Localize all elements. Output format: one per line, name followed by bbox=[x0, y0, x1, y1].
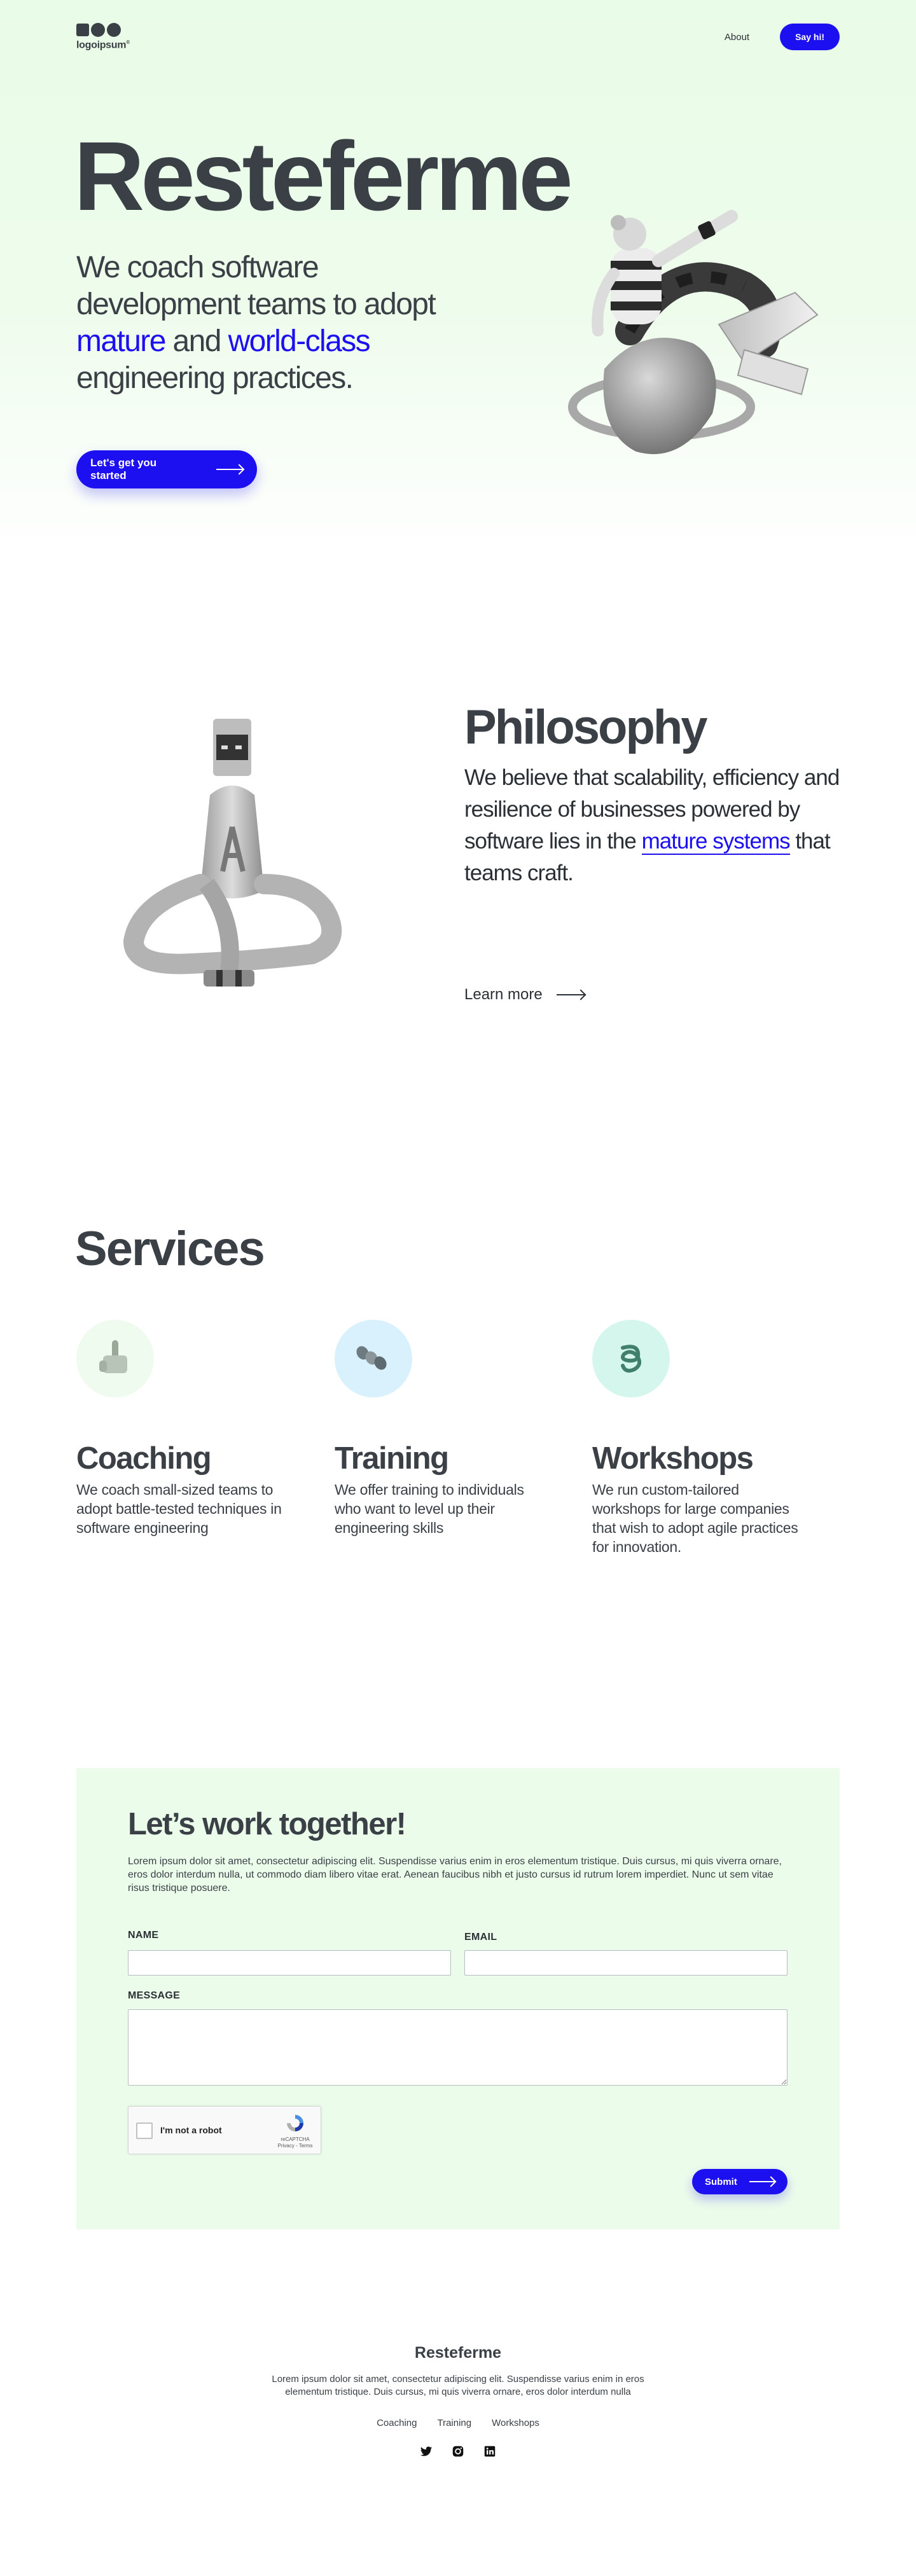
linkedin-icon[interactable] bbox=[483, 2444, 497, 2458]
service-card-workshops[interactable]: Workshops We run custom-tailored worksho… bbox=[592, 1320, 808, 1556]
hero-subtitle: We coach software development teams to a… bbox=[76, 251, 436, 395]
email-label: EMAIL bbox=[464, 1932, 497, 1942]
top-nav: logoipsum® About Say hi! bbox=[76, 18, 840, 56]
services-section: Services Coaching We coach small-sized t… bbox=[0, 1126, 916, 1768]
email-field[interactable] bbox=[464, 1950, 788, 1976]
footer-link-coaching[interactable]: Coaching bbox=[377, 2418, 417, 2428]
spiral-icon bbox=[621, 1345, 642, 1373]
philosophy-section: Philosophy We believe that scalability, … bbox=[0, 560, 916, 1126]
service-description: We coach small-sized teams to adopt batt… bbox=[76, 1481, 282, 1536]
arrow-right-icon bbox=[749, 2181, 775, 2182]
service-card-coaching[interactable]: Coaching We coach small-sized teams to a… bbox=[76, 1320, 293, 1537]
service-icon-bg bbox=[335, 1320, 412, 1397]
social-links bbox=[0, 2444, 916, 2458]
service-name: Workshops bbox=[592, 1441, 754, 1476]
learn-more-label: Learn more bbox=[464, 986, 543, 1003]
arrow-right-icon bbox=[216, 469, 243, 470]
service-name: Training bbox=[335, 1441, 449, 1476]
services-title: Services bbox=[75, 1222, 265, 1276]
arrow-right-icon bbox=[556, 994, 585, 995]
service-description: We offer training to individuals who wan… bbox=[335, 1481, 524, 1536]
message-label: MESSAGE bbox=[128, 1990, 181, 2001]
nav-about-link[interactable]: About bbox=[725, 32, 749, 43]
highlight-mature: mature bbox=[76, 324, 166, 358]
surfer-illustration bbox=[568, 210, 819, 454]
logo-text: logoipsum® bbox=[76, 39, 130, 51]
logo[interactable]: logoipsum® bbox=[76, 22, 130, 51]
hero-title: Resteferme bbox=[74, 121, 573, 231]
recaptcha-widget: I'm not a robot reCAPTCHA Privacy - Term… bbox=[128, 2106, 321, 2154]
service-icon-bg bbox=[592, 1320, 670, 1397]
philosophy-title: Philosophy bbox=[464, 700, 708, 754]
service-card-training[interactable]: Training We offer training to individual… bbox=[335, 1320, 551, 1537]
cylinder-chain-icon bbox=[356, 1346, 387, 1370]
logo-mark-icon bbox=[76, 22, 130, 37]
mature-systems-link[interactable]: mature systems bbox=[641, 829, 791, 855]
recaptcha-links[interactable]: Privacy - Terms bbox=[276, 2143, 314, 2149]
contact-section: Let’s work together! Lorem ipsum dolor s… bbox=[76, 1768, 840, 2229]
footer-link-workshops[interactable]: Workshops bbox=[492, 2418, 539, 2428]
get-started-button[interactable]: Let's get you started bbox=[76, 450, 257, 488]
footer: Resteferme Lorem ipsum dolor sit amet, c… bbox=[0, 2229, 916, 2506]
service-name: Coaching bbox=[76, 1441, 212, 1476]
footer-nav: Coaching Training Workshops bbox=[0, 2418, 916, 2428]
contact-title: Let’s work together! bbox=[128, 1807, 406, 1841]
pointing-hand-icon bbox=[99, 1340, 127, 1373]
submit-button[interactable]: Submit bbox=[692, 2169, 788, 2194]
recaptcha-checkbox[interactable] bbox=[136, 2122, 153, 2139]
instagram-icon[interactable] bbox=[451, 2444, 465, 2458]
learn-more-link[interactable]: Learn more bbox=[464, 986, 585, 1004]
contact-lead: Lorem ipsum dolor sit amet, consectetur … bbox=[128, 1856, 782, 1894]
service-description: We run custom-tailored workshops for lar… bbox=[592, 1481, 798, 1555]
philosophy-text: We believe that scalability, efficiency … bbox=[464, 765, 840, 885]
service-icon-bg bbox=[76, 1320, 154, 1397]
footer-text: Lorem ipsum dolor sit amet, consectetur … bbox=[272, 2374, 644, 2397]
name-label: NAME bbox=[128, 1930, 159, 1941]
robot-illustration bbox=[123, 719, 342, 987]
say-hi-button[interactable]: Say hi! bbox=[780, 24, 840, 50]
recaptcha-label: I'm not a robot bbox=[160, 2125, 222, 2135]
submit-label: Submit bbox=[705, 2176, 737, 2187]
nav-actions: About Say hi! bbox=[725, 24, 840, 50]
highlight-world-class: world-class bbox=[228, 324, 371, 358]
recaptcha-brand: reCAPTCHA Privacy - Terms bbox=[276, 2113, 314, 2149]
footer-title: Resteferme bbox=[414, 2344, 502, 2362]
recaptcha-brand-text: reCAPTCHA bbox=[281, 2136, 310, 2142]
twitter-icon[interactable] bbox=[419, 2444, 433, 2458]
name-field[interactable] bbox=[128, 1950, 451, 1976]
recaptcha-icon bbox=[287, 2115, 303, 2131]
message-field[interactable] bbox=[128, 2009, 788, 2086]
footer-link-training[interactable]: Training bbox=[437, 2418, 471, 2428]
hero-section: logoipsum® About Say hi! Resteferme We c… bbox=[0, 0, 916, 560]
get-started-label: Let's get you started bbox=[90, 457, 157, 481]
